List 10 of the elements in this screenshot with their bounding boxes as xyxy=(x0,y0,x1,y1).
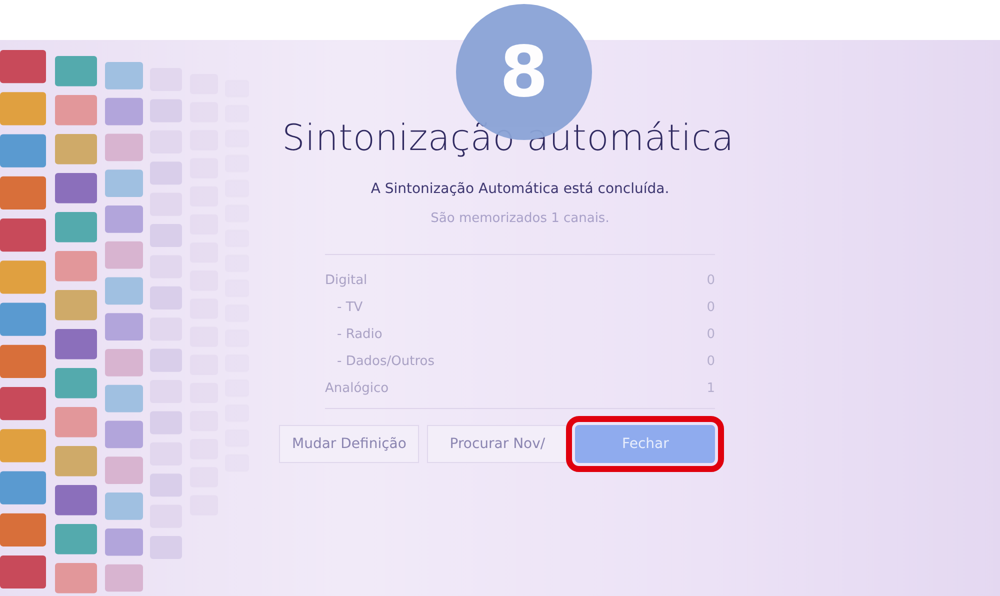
dialog-button[interactable]: Procurar Nov/ xyxy=(427,425,568,463)
result-label: - TV xyxy=(337,300,363,315)
result-label: - Dados/Outros xyxy=(337,354,435,369)
result-label: - Radio xyxy=(337,327,382,342)
channel-summary: São memorizados 1 canais. xyxy=(430,211,610,226)
result-label: Analógico xyxy=(325,381,389,396)
screen-title: Sintonização automática xyxy=(282,118,734,159)
completion-message: A Sintonização Automática está concluída. xyxy=(370,181,670,197)
result-label: Digital xyxy=(325,273,368,288)
dialog-button[interactable]: Mudar Definição xyxy=(279,425,420,463)
